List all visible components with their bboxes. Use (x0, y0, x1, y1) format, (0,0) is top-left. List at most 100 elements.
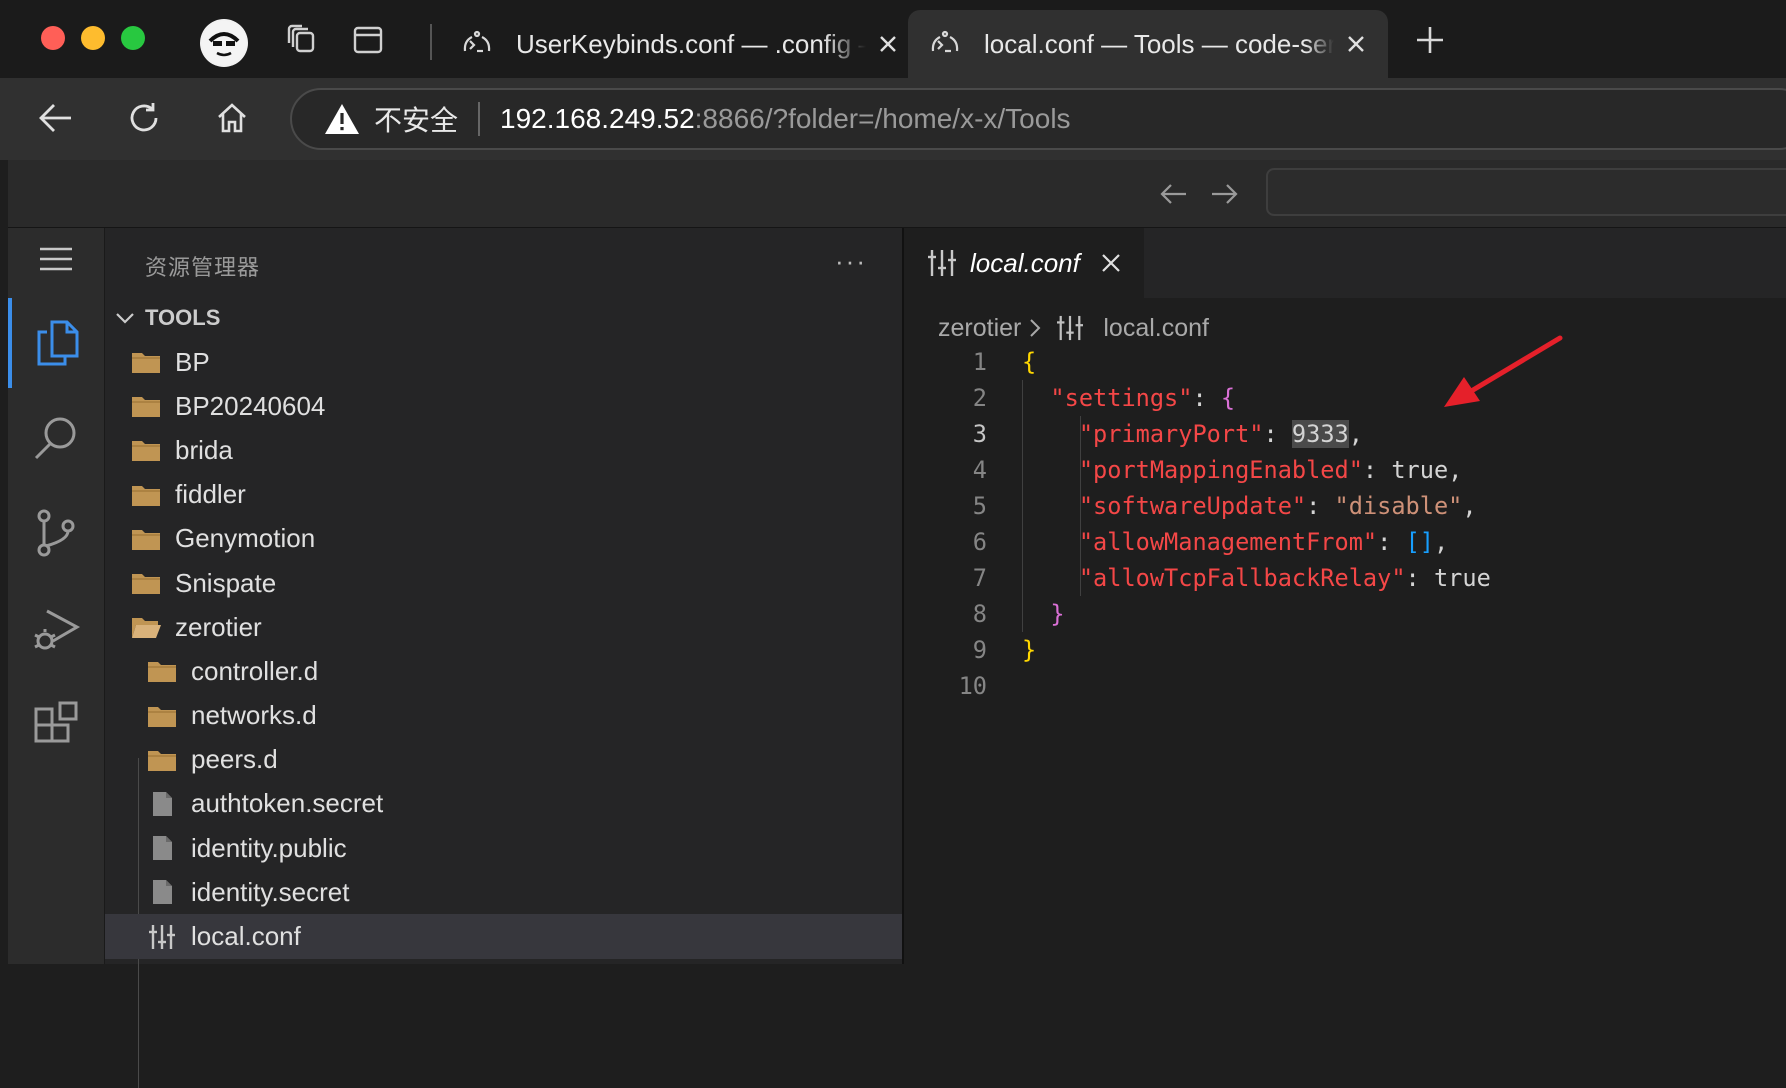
code-line[interactable]: 10 (904, 668, 1786, 704)
sidebar-title: 资源管理器 (145, 255, 261, 280)
tree-item[interactable]: brida (105, 428, 903, 472)
explorer-sidebar: 资源管理器 ··· TOOLS BP BP20240604 brida fiddler… (104, 228, 903, 1088)
editor-title-bar (8, 160, 1786, 228)
folder-icon (132, 485, 160, 506)
search-activity[interactable] (8, 393, 104, 483)
folder-icon (132, 353, 160, 374)
tree-item-label: BP20240604 (175, 390, 326, 421)
collections-icon[interactable] (282, 20, 322, 60)
code-token: 9333 (1291, 420, 1349, 448)
line-number: 2 (972, 384, 987, 412)
security-label[interactable]: 不安全 (374, 99, 458, 139)
tree-item[interactable]: identity.secret (105, 870, 903, 914)
browser-tab-local-conf[interactable]: local.conf — Tools — code-server (908, 10, 1388, 78)
reload-button[interactable] (122, 96, 166, 140)
tree-item[interactable]: BP20240604 (105, 384, 903, 428)
close-window-button[interactable] (41, 26, 65, 50)
file-tree: BP BP20240604 brida fiddler Genymotion Snispa… (105, 340, 903, 959)
search-icon (34, 417, 76, 460)
close-tab-icon[interactable] (876, 32, 900, 56)
source-control-activity[interactable] (8, 488, 104, 578)
browser-toolbar: 不安全 192.168.249.52:8866/?folder=/home/x-… (0, 78, 1786, 160)
tree-item-label: Snispate (175, 567, 277, 598)
run-debug-activity[interactable] (8, 585, 104, 675)
tree-item[interactable]: Genymotion (105, 517, 903, 561)
activity-bar (8, 228, 104, 964)
code-line[interactable]: 9} (904, 632, 1786, 668)
line-content: "settings": { (987, 384, 1235, 412)
tree-item[interactable]: networks.d (105, 694, 903, 738)
tree-item[interactable]: fiddler (105, 473, 903, 517)
workspace-section-header[interactable]: TOOLS (115, 298, 220, 338)
code-token: { (1022, 348, 1037, 376)
tree-item[interactable]: peers.d (105, 738, 903, 782)
code-line[interactable]: 6 "allowManagementFrom": [], (904, 524, 1786, 560)
run-debug-icon (34, 609, 81, 650)
indent-guide (1080, 416, 1081, 596)
line-content: "allowManagementFrom": [], (987, 528, 1448, 556)
tree-item[interactable]: Snispate (105, 561, 903, 605)
command-center-search[interactable] (1266, 168, 1786, 216)
address-bar[interactable]: 不安全 192.168.249.52:8866/?folder=/home/x-… (290, 88, 1786, 150)
warning-icon[interactable] (324, 102, 360, 136)
chevron-right-icon (1030, 319, 1041, 337)
maximize-window-button[interactable] (121, 26, 145, 50)
code-line[interactable]: 1{ (904, 344, 1786, 380)
line-number: 8 (972, 600, 987, 628)
line-content: } (987, 600, 1064, 628)
code-line[interactable]: 8 } (904, 596, 1786, 632)
line-content: "allowTcpFallbackRelay": true (987, 564, 1491, 592)
browser-tab-userkeybinds[interactable]: UserKeybinds.conf — .config — code-serve… (440, 10, 900, 78)
tab-divider (430, 24, 432, 60)
tree-item[interactable]: zerotier (105, 605, 903, 649)
tree-item[interactable]: controller.d (105, 649, 903, 693)
go-back-icon[interactable] (1156, 176, 1192, 212)
config-file-icon (928, 250, 956, 276)
back-button[interactable] (34, 96, 78, 140)
file-icon (153, 791, 172, 816)
home-button[interactable] (210, 96, 254, 140)
menu-button[interactable] (8, 228, 104, 290)
breadcrumb-folder[interactable]: zerotier (938, 314, 1021, 343)
code-line[interactable]: 5 "softwareUpdate": "disable", (904, 488, 1786, 524)
line-content: "softwareUpdate": "disable", (987, 492, 1477, 520)
profile-avatar-icon[interactable] (200, 19, 248, 67)
tree-item-label: brida (175, 434, 233, 465)
line-number: 10 (958, 672, 987, 700)
code-token: : (1306, 492, 1335, 520)
tree-item[interactable]: local.conf (105, 914, 903, 959)
new-tab-icon[interactable] (1412, 22, 1448, 58)
go-forward-icon[interactable] (1206, 176, 1242, 212)
sidebar-toggle-icon[interactable] (348, 20, 388, 60)
line-number: 4 (972, 456, 987, 484)
breadcrumb-file[interactable]: local.conf (1103, 314, 1209, 343)
extensions-activity[interactable] (8, 680, 104, 770)
more-actions-button[interactable]: ··· (835, 246, 867, 277)
code-line[interactable]: 2 "settings": { (904, 380, 1786, 416)
close-tab-icon[interactable] (1344, 32, 1368, 56)
line-number: 1 (972, 348, 987, 376)
code-line[interactable]: 4 "portMappingEnabled": true, (904, 452, 1786, 488)
url-path: :8866/?folder=/home/x-x/Tools (694, 103, 1071, 134)
code-server-icon (931, 30, 959, 53)
minimize-window-button[interactable] (81, 26, 105, 50)
code-editor[interactable]: 1{2 "settings": {3 "primaryPort": 9333, 4… (904, 344, 1786, 704)
code-line[interactable]: 3 "primaryPort": 9333, (904, 416, 1786, 452)
code-token: , (1462, 492, 1477, 520)
code-token: , (1348, 420, 1363, 448)
editor-tab-local-conf[interactable]: local.conf (904, 228, 1144, 298)
line-content: { (987, 348, 1036, 376)
folder-icon (132, 397, 160, 418)
tree-item[interactable]: authtoken.secret (105, 782, 903, 826)
browser-tab-strip: UserKeybinds.conf — .config — code-serve… (0, 0, 1786, 78)
line-content: "primaryPort": 9333, (987, 420, 1363, 448)
code-token: "settings" (1050, 384, 1193, 412)
editor-tab-bar: local.conf (904, 228, 1786, 298)
close-editor-icon[interactable] (1100, 252, 1122, 274)
code-line[interactable]: 7 "allowTcpFallbackRelay": true (904, 560, 1786, 596)
source-control-icon (37, 509, 75, 557)
tree-item[interactable]: BP (105, 340, 903, 384)
tree-item[interactable]: identity.public (105, 826, 903, 870)
code-token: "allowManagementFrom" (1078, 528, 1378, 556)
explorer-activity[interactable] (8, 298, 104, 388)
